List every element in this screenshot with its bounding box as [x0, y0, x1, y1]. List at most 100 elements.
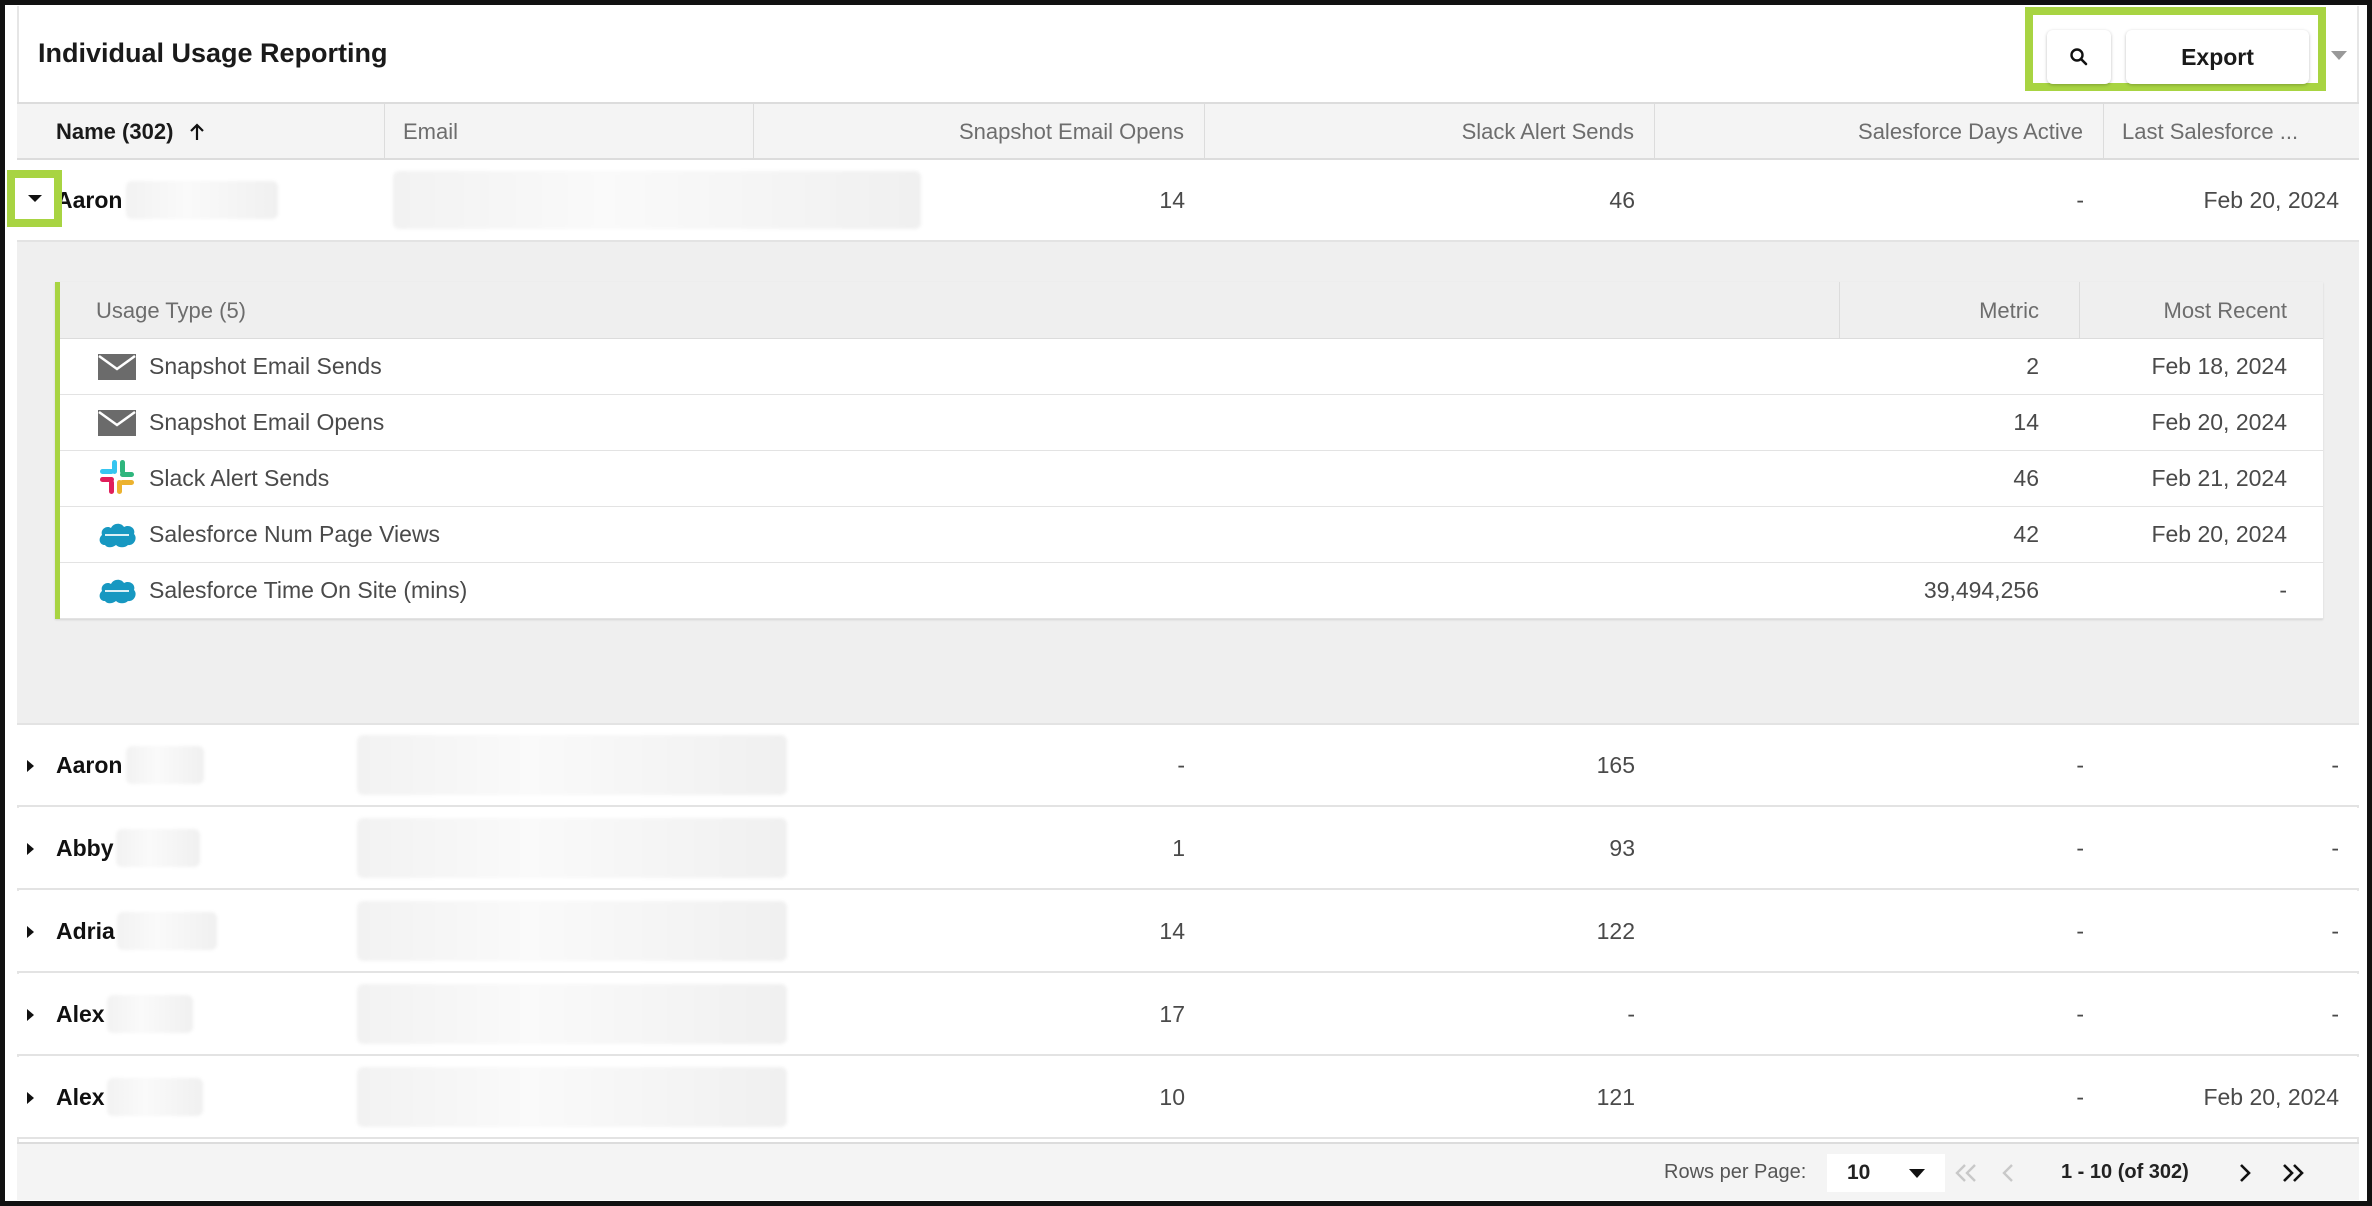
collapse-row-button[interactable]: [7, 170, 62, 227]
search-button[interactable]: [2047, 30, 2111, 84]
caret-right-icon[interactable]: [27, 760, 34, 772]
column-header-email[interactable]: Email: [385, 104, 754, 160]
redacted-email: [357, 818, 787, 878]
redacted-surname: [106, 1078, 203, 1116]
row-salesforce-days-active: -: [2076, 1083, 2084, 1110]
caret-down-icon: [27, 195, 42, 202]
table-row[interactable]: Alex 10 121 - Feb 20, 2024: [17, 1057, 2359, 1139]
row-last-salesforce: -: [2331, 917, 2339, 944]
caret-right-icon[interactable]: [27, 1092, 34, 1104]
redacted-surname: [115, 829, 200, 867]
caret-right-icon[interactable]: [27, 843, 34, 855]
row-salesforce-days-active: -: [2076, 917, 2084, 944]
row-snapshot-email-opens: -: [1177, 751, 1185, 778]
chevron-left-icon: [2002, 1164, 2013, 1182]
redacted-surname: [126, 181, 279, 219]
usage-type-header[interactable]: Usage Type (5): [96, 282, 246, 339]
usage-label: Snapshot Email Sends: [149, 353, 382, 379]
row-email: [357, 808, 787, 888]
column-header-name[interactable]: Name (302): [17, 104, 385, 160]
redacted-surname: [106, 995, 193, 1033]
row-name: Aaron: [56, 160, 279, 240]
row-name-text: Alex: [56, 1083, 105, 1110]
column-header-salesforce-days-active[interactable]: Salesforce Days Active: [1655, 104, 2104, 160]
usage-most-recent: Feb 20, 2024: [2151, 521, 2287, 547]
row-slack-alert-sends: -: [1627, 1000, 1635, 1027]
row-name: Alex: [56, 1057, 203, 1137]
row-slack-alert-sends: 165: [1596, 751, 1635, 778]
table-header: Name (302) Email Snapshot Email Opens Sl…: [17, 102, 2359, 160]
redacted-surname: [126, 746, 205, 784]
redacted-email: [357, 984, 787, 1044]
table-row[interactable]: Adria 14 122 - -: [17, 891, 2359, 973]
row-slack-alert-sends: 121: [1596, 1083, 1635, 1110]
column-name-label: Name (302): [56, 119, 174, 144]
last-page-button[interactable]: [2278, 1158, 2308, 1188]
usage-metric: 46: [2013, 465, 2039, 491]
usage-metric: 42: [2013, 521, 2039, 547]
chevron-right-icon: [2240, 1164, 2251, 1182]
row-name-text: Aaron: [56, 751, 123, 778]
export-button[interactable]: Export: [2126, 30, 2309, 84]
table-row-expanded[interactable]: Aaron 14 46 - Feb 20, 2024: [17, 160, 2359, 242]
row-name-text: Adria: [56, 917, 115, 944]
double-chevron-left-icon: [1955, 1164, 1976, 1182]
chevron-down-icon: [1909, 1169, 1925, 1178]
redacted-surname: [116, 912, 217, 950]
row-slack-alert-sends: 122: [1596, 917, 1635, 944]
metric-header[interactable]: Metric: [1839, 282, 2059, 339]
row-email: [357, 725, 787, 805]
row-slack-alert-sends: 93: [1609, 834, 1635, 861]
row-salesforce-days-active: -: [2076, 751, 2084, 778]
page-title: Individual Usage Reporting: [38, 38, 388, 68]
row-last-salesforce: Feb 20, 2024: [2203, 186, 2339, 213]
menu-caret-icon[interactable]: [2331, 51, 2347, 60]
row-last-salesforce: -: [2331, 1000, 2339, 1027]
caret-right-icon[interactable]: [27, 1009, 34, 1021]
usage-label: Salesforce Time On Site (mins): [149, 577, 468, 603]
usage-row: Slack Alert Sends 46 Feb 21, 2024: [60, 451, 2323, 507]
usage-row: Snapshot Email Opens 14 Feb 20, 2024: [60, 395, 2323, 451]
column-header-last-salesforce[interactable]: Last Salesforce ...: [2104, 104, 2357, 160]
row-email: [357, 974, 787, 1054]
rows-per-page-value: 10: [1847, 1161, 1871, 1184]
row-details-panel: Usage Type (5) Metric Most Recent Snapsh…: [17, 242, 2359, 725]
table-row[interactable]: Aaron - 165 - -: [17, 725, 2359, 807]
row-snapshot-email-opens: 1: [1172, 834, 1185, 861]
row-snapshot-email-opens: 10: [1159, 1083, 1185, 1110]
previous-page-button[interactable]: [1993, 1158, 2023, 1188]
column-header-slack-alert-sends[interactable]: Slack Alert Sends: [1205, 104, 1655, 160]
table-row[interactable]: Abby 1 93 - -: [17, 808, 2359, 890]
mail-icon: [97, 353, 137, 381]
usage-label: Slack Alert Sends: [149, 465, 330, 491]
column-header-snapshot-email-opens[interactable]: Snapshot Email Opens: [754, 104, 1205, 160]
row-last-salesforce: -: [2331, 751, 2339, 778]
usage-metric: 2: [2026, 353, 2039, 379]
row-name-text: Abby: [56, 834, 114, 861]
usage-label: Salesforce Num Page Views: [149, 521, 441, 547]
slack-icon: [97, 460, 137, 494]
most-recent-header[interactable]: Most Recent: [2079, 282, 2323, 339]
redacted-email: [357, 901, 787, 961]
row-last-salesforce: Feb 20, 2024: [2203, 1083, 2339, 1110]
usage-most-recent: Feb 21, 2024: [2151, 465, 2287, 491]
usage-type-table: Usage Type (5) Metric Most Recent Snapsh…: [55, 282, 2323, 619]
row-name-text: Aaron: [56, 186, 123, 213]
row-name: Alex: [56, 974, 193, 1054]
usage-row: Salesforce Time On Site (mins) 39,494,25…: [60, 563, 2323, 619]
double-chevron-right-icon: [2283, 1164, 2304, 1182]
caret-right-icon[interactable]: [27, 926, 34, 938]
row-name: Abby: [56, 808, 200, 888]
row-name: Adria: [56, 891, 217, 971]
search-icon: [2070, 48, 2088, 66]
table-row[interactable]: Alex 17 - - -: [17, 974, 2359, 1056]
usage-metric: 39,494,256: [1923, 577, 2039, 603]
rows-per-page-select[interactable]: 10: [1827, 1154, 1945, 1192]
mail-icon: [97, 409, 137, 437]
usage-label: Snapshot Email Opens: [149, 409, 385, 435]
row-slack-alert-sends: 46: [1609, 186, 1635, 213]
row-salesforce-days-active: -: [2076, 834, 2084, 861]
row-snapshot-email-opens: 14: [1159, 186, 1185, 213]
first-page-button[interactable]: [1951, 1158, 1981, 1188]
next-page-button[interactable]: [2230, 1158, 2260, 1188]
